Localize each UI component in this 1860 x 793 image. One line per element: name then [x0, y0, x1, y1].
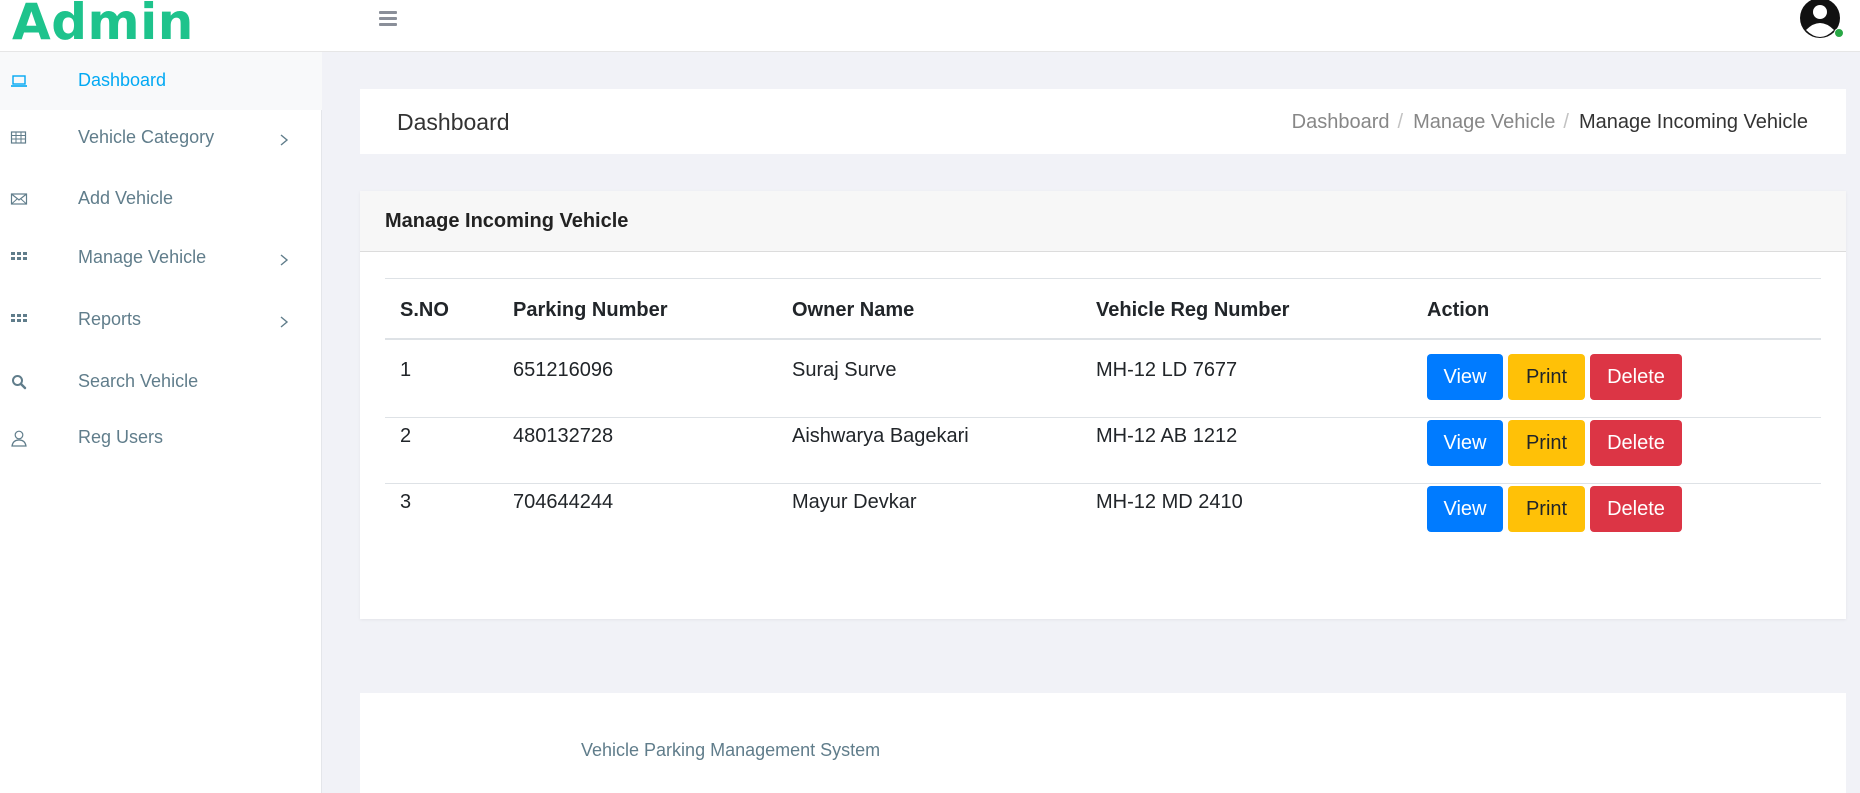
column-header-parking-number: Parking Number	[513, 299, 668, 321]
cell-parking-number: 704644244	[513, 491, 614, 513]
sidebar-item-label: Dashboard	[78, 70, 167, 90]
online-status-dot	[1834, 28, 1844, 38]
sidebar-item-label: Search Vehicle	[78, 371, 199, 391]
sidebar-item-label: Reports	[78, 309, 142, 329]
cell-reg-number: MH-12 AB 1212	[1096, 425, 1238, 447]
footer: Vehicle Parking Management System	[360, 693, 1846, 793]
view-button[interactable]: View	[1427, 420, 1503, 466]
cell-reg-number: MH-12 LD 7677	[1096, 359, 1238, 381]
delete-button[interactable]: Delete	[1590, 354, 1682, 400]
sidebar-item-reg-users[interactable]: Reg Users	[0, 410, 322, 468]
sidebar: Dashboard Vehicle Category Add Vehicle M…	[0, 52, 322, 793]
cell-sno: 2	[400, 425, 412, 447]
cell-reg-number: MH-12 MD 2410	[1096, 491, 1243, 513]
breadcrumb-separator: /	[1397, 111, 1404, 133]
sidebar-item-add-vehicle[interactable]: Add Vehicle	[0, 170, 322, 228]
print-button[interactable]: Print	[1508, 486, 1585, 532]
page-header: Dashboard Dashboard / Manage Vehicle / Manag…	[360, 89, 1846, 154]
envelope-icon	[10, 190, 28, 208]
user-avatar-icon[interactable]	[1794, 0, 1844, 40]
card-title: Manage Incoming Vehicle	[385, 210, 629, 232]
cell-owner-name: Mayur Devkar	[792, 491, 917, 513]
top-header: Admin	[0, 0, 1860, 52]
hamburger-icon[interactable]	[376, 8, 400, 30]
laptop-icon	[10, 72, 28, 90]
chevron-right-icon	[278, 315, 290, 329]
cell-parking-number: 651216096	[513, 359, 614, 381]
breadcrumb-separator: /	[1563, 111, 1569, 133]
chevron-right-icon	[278, 133, 290, 147]
cell-owner-name: Aishwarya Bagekari	[792, 425, 969, 447]
grid-icon	[10, 311, 28, 329]
table-row: 3 704644244 Mayur Devkar MH-12 MD 2410 V…	[385, 472, 1821, 550]
sidebar-item-manage-vehicle[interactable]: Manage Vehicle	[0, 230, 322, 288]
cell-sno: 3	[400, 491, 412, 513]
sidebar-item-dashboard[interactable]: Dashboard	[0, 52, 322, 110]
chevron-right-icon	[278, 253, 290, 267]
sidebar-item-label: Add Vehicle	[78, 188, 174, 208]
column-header-action: Action	[1427, 299, 1490, 321]
incoming-vehicle-card: Manage Incoming Vehicle S.NO Parking Num…	[360, 191, 1846, 619]
brand-logo[interactable]: Admin	[12, 0, 194, 52]
sidebar-item-vehicle-category[interactable]: Vehicle Category	[0, 110, 322, 168]
breadcrumb-current: Manage Incoming Vehicle	[1578, 111, 1808, 133]
table-header-row: S.NO Parking Number Owner Name Vehicle R…	[385, 278, 1821, 340]
breadcrumb-link-dashboard[interactable]: Dashboard	[1292, 111, 1390, 133]
print-button[interactable]: Print	[1508, 354, 1585, 400]
footer-text: Vehicle Parking Management System	[581, 740, 881, 760]
page-title: Dashboard	[397, 109, 510, 135]
grid-icon	[10, 249, 28, 267]
table-icon	[10, 129, 28, 147]
search-icon	[10, 373, 28, 391]
user-icon	[10, 429, 28, 447]
column-header-owner-name: Owner Name	[792, 299, 915, 321]
sidebar-item-label: Reg Users	[78, 427, 164, 447]
cell-owner-name: Suraj Surve	[792, 359, 897, 381]
sidebar-item-label: Manage Vehicle	[78, 247, 207, 267]
breadcrumb-link-manage-vehicle[interactable]: Manage Vehicle	[1413, 111, 1555, 133]
breadcrumb: Dashboard / Manage Vehicle / Manage Incoming…	[1292, 109, 1808, 135]
column-header-reg-number: Vehicle Reg Number	[1096, 299, 1290, 321]
sidebar-item-reports[interactable]: Reports	[0, 292, 322, 350]
column-header-sno: S.NO	[400, 299, 449, 321]
sidebar-item-search-vehicle[interactable]: Search Vehicle	[0, 352, 322, 410]
print-button[interactable]: Print	[1508, 420, 1585, 466]
sidebar-item-label: Vehicle Category	[78, 127, 215, 147]
delete-button[interactable]: Delete	[1590, 486, 1682, 532]
delete-button[interactable]: Delete	[1590, 420, 1682, 466]
view-button[interactable]: View	[1427, 486, 1503, 532]
card-header: Manage Incoming Vehicle	[360, 191, 1846, 252]
cell-sno: 1	[400, 359, 412, 381]
view-button[interactable]: View	[1427, 354, 1503, 400]
cell-parking-number: 480132728	[513, 425, 614, 447]
